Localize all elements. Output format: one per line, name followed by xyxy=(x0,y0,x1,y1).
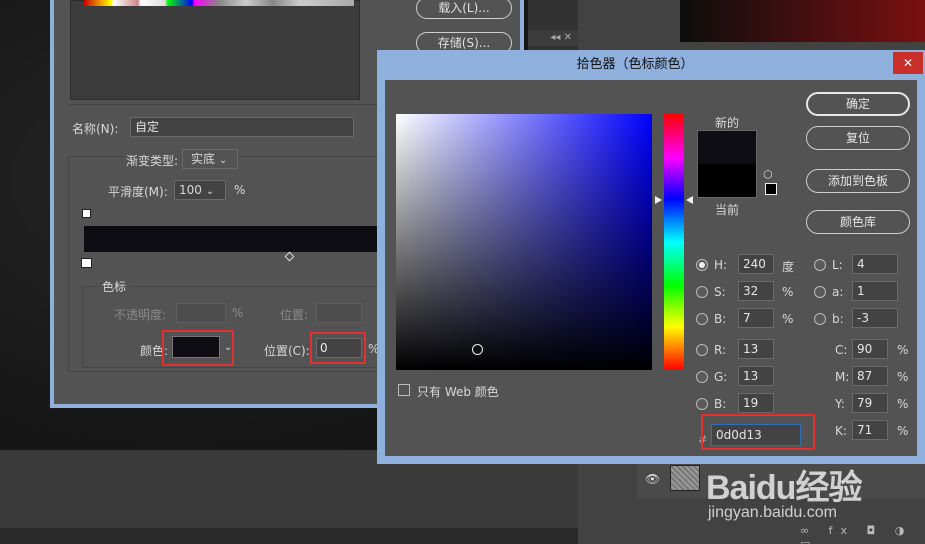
h-label: H: xyxy=(714,258,728,272)
color-stop-marker[interactable] xyxy=(81,258,92,268)
y-unit: % xyxy=(897,397,909,411)
highlight-box xyxy=(310,332,366,364)
gradient-type-value: 实底 xyxy=(191,152,216,166)
opacity-unit: % xyxy=(232,306,244,320)
l-label: L: xyxy=(832,258,843,272)
layer-tools[interactable]: ∞ fx ◘ ◑ ▭ xyxy=(800,524,920,544)
load-button[interactable]: 载入(L)... xyxy=(416,0,512,19)
radio-a[interactable] xyxy=(814,286,826,298)
radio-g[interactable] xyxy=(696,371,708,383)
opacity-location-input xyxy=(316,303,362,323)
c-label: C: xyxy=(835,343,848,357)
blue-label: B: xyxy=(714,397,727,411)
status-bar xyxy=(0,528,580,544)
color-libraries-button[interactable]: 颜色库 xyxy=(806,210,910,234)
hue-slider-handle-right[interactable] xyxy=(686,196,693,204)
y-label: Y: xyxy=(835,397,845,411)
opacity-input xyxy=(176,303,226,323)
cube-icon[interactable]: ⬡ xyxy=(763,168,773,181)
current-color-label: 当前 xyxy=(715,203,740,217)
c-input[interactable]: 90 xyxy=(852,339,888,359)
k-label: K: xyxy=(835,424,847,438)
highlight-box xyxy=(701,414,815,450)
color-panel-spectrum[interactable] xyxy=(680,0,925,42)
radio-l[interactable] xyxy=(814,259,826,271)
ok-button[interactable]: 确定 xyxy=(806,92,910,116)
hue-slider-handle-left[interactable] xyxy=(655,196,662,204)
smoothness-value: 100 xyxy=(179,183,202,197)
gradient-type-select[interactable]: 实底 ⌄ xyxy=(182,149,238,169)
k-unit: % xyxy=(897,424,909,438)
g-input[interactable]: 13 xyxy=(738,366,774,386)
highlight-box xyxy=(162,330,234,366)
b-input[interactable]: 7 xyxy=(738,308,774,328)
radio-lab-b[interactable] xyxy=(814,313,826,325)
a-input[interactable]: 1 xyxy=(852,281,898,301)
radio-blue[interactable] xyxy=(696,398,708,410)
smoothness-label: 平滑度(M): xyxy=(108,185,168,199)
l-input[interactable]: 4 xyxy=(852,254,898,274)
radio-s[interactable] xyxy=(696,286,708,298)
dialog-title: 拾色器（色标颜色） xyxy=(576,57,694,72)
chevron-down-icon: ⌄ xyxy=(218,155,228,166)
radio-b[interactable] xyxy=(696,313,708,325)
stops-group-label: 色标 xyxy=(98,278,131,295)
color-field[interactable] xyxy=(396,114,652,370)
k-input[interactable]: 71 xyxy=(852,420,888,440)
web-safe-swatch[interactable] xyxy=(765,183,777,195)
c-unit: % xyxy=(897,343,909,357)
g-label: G: xyxy=(714,370,728,384)
y-input[interactable]: 79 xyxy=(852,393,888,413)
gradient-preset-swatches[interactable] xyxy=(84,0,354,6)
gradient-presets[interactable] xyxy=(70,0,360,100)
smoothness-input[interactable]: 100 ⌄ xyxy=(174,180,226,200)
hue-slider[interactable] xyxy=(664,114,684,370)
panel-collapse-controls[interactable]: ◂◂ ✕ xyxy=(528,30,578,46)
m-label: M: xyxy=(835,370,850,384)
h-input[interactable]: 240 xyxy=(738,254,774,274)
radio-h[interactable] xyxy=(696,259,708,271)
s-unit: % xyxy=(782,285,794,299)
s-input[interactable]: 32 xyxy=(738,281,774,301)
blue-input[interactable]: 19 xyxy=(738,393,774,413)
color-picker-body: 新的 当前 ⬡ 确定 复位 添加到色板 颜色库 H: 240 度 S: 32 %… xyxy=(385,80,917,456)
opacity-label: 不透明度: xyxy=(114,308,167,322)
baidu-watermark-logo: Baidu经验 xyxy=(706,469,862,507)
opacity-stop-marker[interactable] xyxy=(82,209,91,218)
reset-button[interactable]: 复位 xyxy=(806,126,910,150)
close-icon[interactable]: ✕ xyxy=(893,52,923,74)
add-to-swatches-button[interactable]: 添加到色板 xyxy=(806,169,910,193)
r-label: R: xyxy=(714,343,727,357)
current-color-swatch[interactable] xyxy=(697,164,757,198)
web-only-checkbox[interactable] xyxy=(398,384,410,396)
new-color-label: 新的 xyxy=(715,116,740,130)
b-unit: % xyxy=(782,312,794,326)
gradient-type-label: 渐变类型: xyxy=(122,152,183,169)
gradient-bar[interactable] xyxy=(84,226,384,252)
color-picker-dialog: 拾色器（色标颜色） ✕ 新的 当前 ⬡ 确定 复位 添加到色板 颜色库 H: 2… xyxy=(377,50,925,464)
location-label: 位置(C): xyxy=(264,344,310,358)
smoothness-unit: % xyxy=(234,183,246,197)
web-only-label: 只有 Web 颜色 xyxy=(417,385,499,399)
layer-thumbnail xyxy=(670,465,700,491)
m-unit: % xyxy=(897,370,909,384)
lab-b-input[interactable]: -3 xyxy=(852,308,898,328)
h-unit: 度 xyxy=(782,260,795,274)
baidu-watermark-url: jingyan.baidu.com xyxy=(708,504,837,521)
eye-icon[interactable]: 👁 xyxy=(645,472,660,486)
name-input[interactable]: 自定 xyxy=(130,117,354,137)
radio-r[interactable] xyxy=(696,344,708,356)
s-label: S: xyxy=(714,285,726,299)
color-field-cursor[interactable] xyxy=(472,344,483,355)
r-input[interactable]: 13 xyxy=(738,339,774,359)
opacity-location-label: 位置: xyxy=(280,308,309,322)
b-label: B: xyxy=(714,312,727,326)
m-input[interactable]: 87 xyxy=(852,366,888,386)
new-color-swatch xyxy=(697,130,757,164)
a-label: a: xyxy=(832,285,844,299)
lab-b-label: b: xyxy=(832,312,844,326)
name-label: 名称(N): xyxy=(72,122,119,136)
chevron-down-icon: ⌄ xyxy=(205,186,215,197)
